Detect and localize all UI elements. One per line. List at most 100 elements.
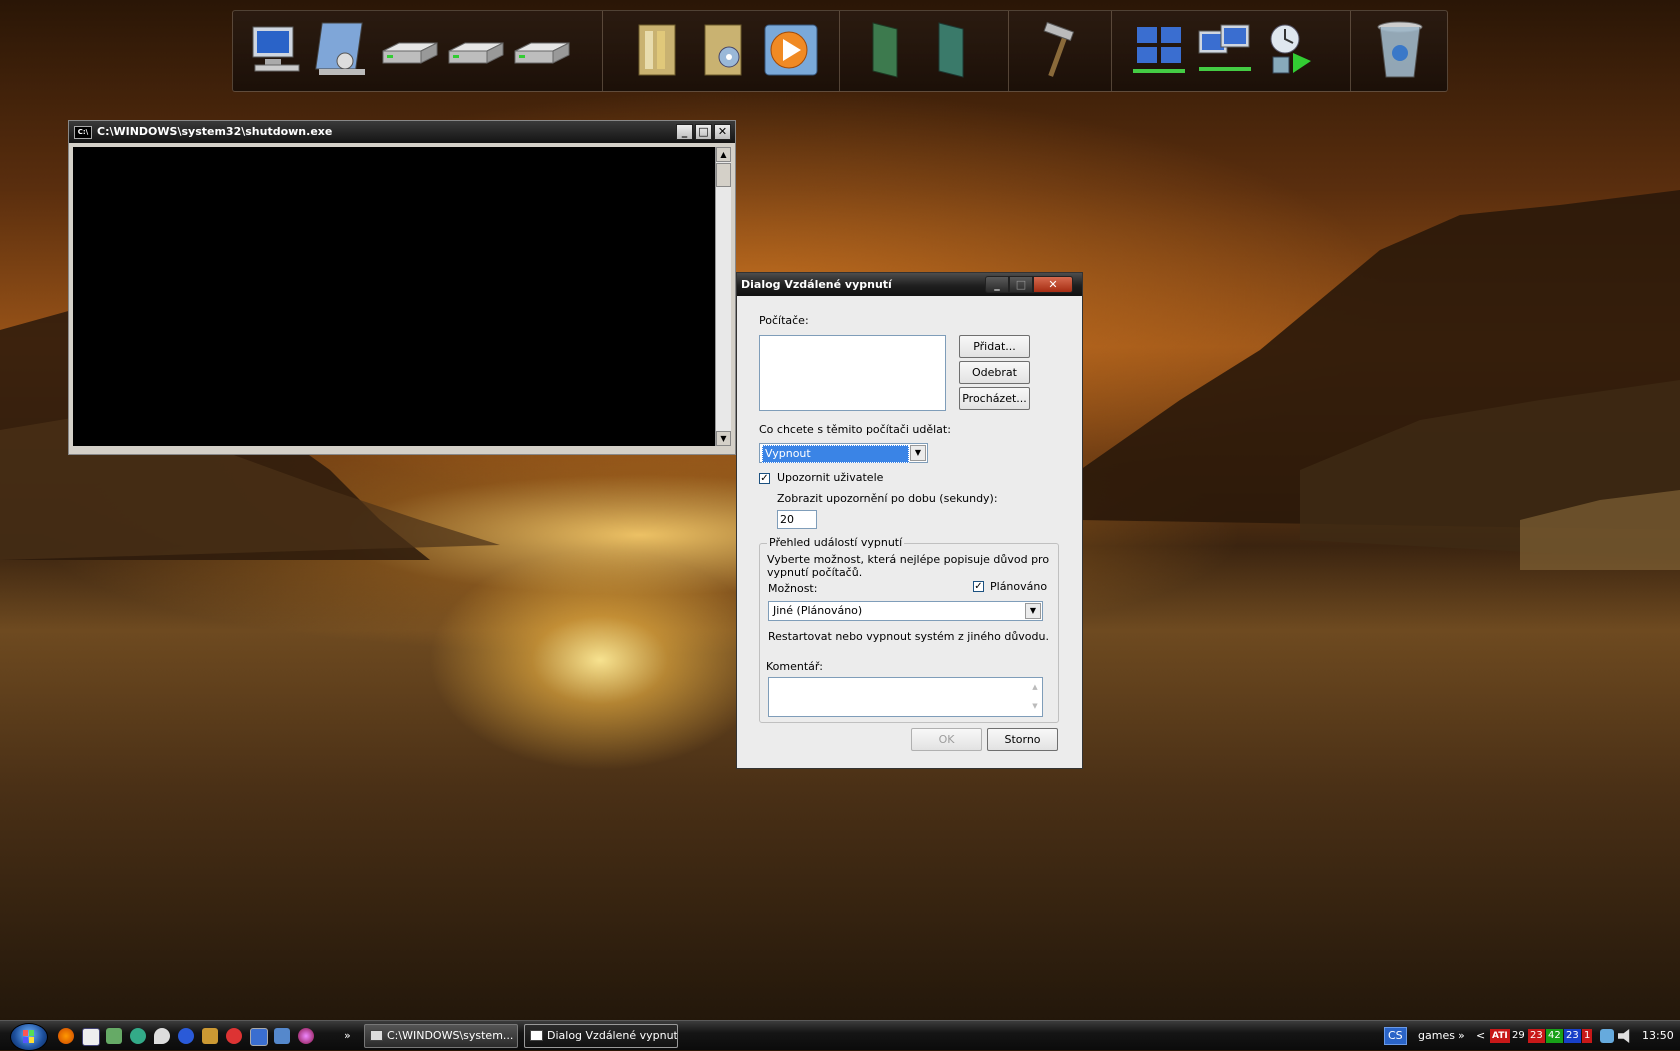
planned-checkbox[interactable]: ✓ bbox=[973, 581, 984, 592]
chevron-down-icon[interactable]: ▼ bbox=[1025, 603, 1041, 619]
computers-label: Počítače: bbox=[759, 314, 809, 327]
dialog-app-icon bbox=[530, 1030, 543, 1041]
browse-button[interactable]: Procházet... bbox=[959, 387, 1030, 410]
chevron-down-icon[interactable]: ▼ bbox=[910, 445, 926, 461]
media-icon[interactable] bbox=[226, 1028, 242, 1044]
dock-separator bbox=[839, 11, 840, 91]
notepad-icon[interactable] bbox=[82, 1028, 100, 1046]
top-dock bbox=[232, 10, 1448, 92]
brush-icon[interactable] bbox=[202, 1028, 218, 1044]
volume-icon[interactable] bbox=[1618, 1029, 1630, 1043]
computers-listbox[interactable] bbox=[759, 335, 946, 411]
hammer-tool-icon[interactable] bbox=[1025, 17, 1089, 81]
console-scrollbar[interactable]: ▲ ▼ bbox=[715, 147, 731, 446]
clock[interactable]: 13:50 bbox=[1642, 1021, 1674, 1051]
remote-shutdown-dialog: Dialog Vzdálené vypnutí _ □ ✕ Počítače: … bbox=[736, 272, 1083, 769]
scroll-down-icon[interactable]: ▼ bbox=[716, 431, 731, 446]
dock-separator bbox=[602, 11, 603, 91]
sync-update-icon[interactable] bbox=[1259, 17, 1323, 81]
media-player-icon[interactable] bbox=[759, 17, 823, 81]
dialog-titlebar[interactable]: Dialog Vzdálené vypnutí _ □ ✕ bbox=[737, 273, 1082, 296]
chat-icon[interactable] bbox=[154, 1028, 170, 1044]
language-indicator[interactable]: CS bbox=[1384, 1027, 1407, 1045]
lightning-icon[interactable] bbox=[178, 1028, 194, 1044]
firefox-icon[interactable] bbox=[58, 1028, 74, 1044]
temp-readout-2: 23 bbox=[1528, 1029, 1545, 1043]
orb-icon[interactable] bbox=[298, 1028, 314, 1044]
taskbar-button-dialog[interactable]: Dialog Vzdálené vypnutí bbox=[524, 1024, 678, 1048]
desktop-icon[interactable] bbox=[250, 1028, 268, 1046]
messenger-icon[interactable] bbox=[130, 1028, 146, 1044]
network-places-icon[interactable] bbox=[1193, 17, 1257, 81]
comment-scrollbar: ▲ ▼ bbox=[1032, 683, 1038, 710]
action-select[interactable]: Vypnout ▼ bbox=[759, 443, 928, 463]
task-label: Dialog Vzdálené vypnutí bbox=[547, 1029, 678, 1042]
music-folder-icon[interactable] bbox=[693, 17, 757, 81]
comment-label: Komentář: bbox=[766, 660, 823, 673]
temp-readout-5: 1 bbox=[1582, 1029, 1593, 1043]
comment-textarea[interactable]: ▲ ▼ bbox=[768, 677, 1043, 717]
scroll-up-icon[interactable]: ▲ bbox=[716, 147, 731, 162]
cancel-button[interactable]: Storno bbox=[987, 728, 1058, 751]
console-system-icon[interactable]: C:\ bbox=[74, 126, 92, 139]
timeout-label: Zobrazit upozornění po dobu (sekundy): bbox=[777, 492, 998, 505]
ati-icon[interactable]: ATI bbox=[1490, 1029, 1510, 1043]
recycle-bin-icon[interactable] bbox=[1368, 17, 1432, 81]
quicklaunch-overflow[interactable]: » bbox=[344, 1021, 351, 1051]
console-output-area[interactable] bbox=[73, 147, 715, 446]
planned-label: Plánováno bbox=[990, 580, 1048, 593]
temp-readout-4: 23 bbox=[1564, 1029, 1581, 1043]
notify-users-checkbox[interactable]: ✓ bbox=[759, 473, 770, 484]
panel-teal-icon[interactable] bbox=[919, 17, 983, 81]
action-select-value: Vypnout bbox=[762, 445, 909, 463]
console-title: C:\WINDOWS\system32\shutdown.exe bbox=[97, 125, 333, 138]
close-button[interactable]: ✕ bbox=[714, 124, 731, 140]
panel-green-icon[interactable] bbox=[853, 17, 917, 81]
pen-icon[interactable] bbox=[274, 1028, 290, 1044]
reason-select[interactable]: Jiné (Plánováno) ▼ bbox=[768, 601, 1043, 621]
console-titlebar[interactable]: C:\ C:\WINDOWS\system32\shutdown.exe _ □… bbox=[69, 121, 735, 143]
dock-separator bbox=[1111, 11, 1112, 91]
tray-show-hidden-icon[interactable]: < bbox=[1476, 1021, 1485, 1051]
option-label: Možnost: bbox=[768, 582, 818, 595]
notify-users-label: Upozornit uživatele bbox=[777, 471, 884, 484]
minimize-button[interactable]: _ bbox=[676, 124, 693, 140]
taskbar-button-console[interactable]: C:\WINDOWS\system... bbox=[364, 1024, 518, 1048]
timeout-input[interactable]: 20 bbox=[777, 510, 817, 529]
utility-icon[interactable] bbox=[106, 1028, 122, 1044]
console-app-icon bbox=[370, 1030, 383, 1041]
ok-button[interactable]: OK bbox=[911, 728, 982, 751]
temp-readout-3: 42 bbox=[1546, 1029, 1563, 1043]
drive-d-icon[interactable] bbox=[443, 17, 507, 81]
drive-c-icon[interactable] bbox=[377, 17, 441, 81]
scroll-thumb[interactable] bbox=[716, 163, 731, 187]
maximize-button[interactable]: □ bbox=[1009, 276, 1033, 293]
remove-button[interactable]: Odebrat bbox=[959, 361, 1030, 384]
dock-separator bbox=[1008, 11, 1009, 91]
add-button[interactable]: Přidat... bbox=[959, 335, 1030, 358]
documents-folder-icon[interactable] bbox=[627, 17, 691, 81]
windows-logo-icon bbox=[23, 1030, 34, 1043]
control-panel-icon[interactable] bbox=[311, 17, 375, 81]
reason-description: Restartovat nebo vypnout systém z jiného… bbox=[768, 630, 1049, 643]
network-status-icon[interactable] bbox=[1600, 1029, 1614, 1043]
action-label: Co chcete s těmito počítači udělat: bbox=[759, 423, 951, 436]
taskbar: » C:\WINDOWS\system... Dialog Vzdálené v… bbox=[0, 1020, 1680, 1051]
dialog-title: Dialog Vzdálené vypnutí bbox=[741, 278, 892, 291]
games-toolbar[interactable]: games bbox=[1418, 1021, 1455, 1051]
task-label: C:\WINDOWS\system... bbox=[387, 1029, 514, 1042]
console-window: C:\ C:\WINDOWS\system32\shutdown.exe _ □… bbox=[68, 120, 736, 455]
start-button[interactable] bbox=[10, 1023, 48, 1051]
group-description: Vyberte možnost, která nejlépe popisuje … bbox=[767, 553, 1050, 579]
toolbar-overflow[interactable]: » bbox=[1458, 1021, 1465, 1051]
maximize-button[interactable]: □ bbox=[695, 124, 712, 140]
temp-readout-1: 29 bbox=[1512, 1030, 1525, 1041]
dock-separator bbox=[1350, 11, 1351, 91]
network-grid-icon[interactable] bbox=[1127, 17, 1191, 81]
minimize-button[interactable]: _ bbox=[985, 276, 1009, 293]
close-button[interactable]: ✕ bbox=[1033, 276, 1073, 293]
group-title: Přehled událostí vypnutí bbox=[767, 536, 905, 549]
drive-e-icon[interactable] bbox=[509, 17, 573, 81]
reason-select-value: Jiné (Plánováno) bbox=[773, 604, 863, 617]
my-computer-icon[interactable] bbox=[245, 17, 309, 81]
